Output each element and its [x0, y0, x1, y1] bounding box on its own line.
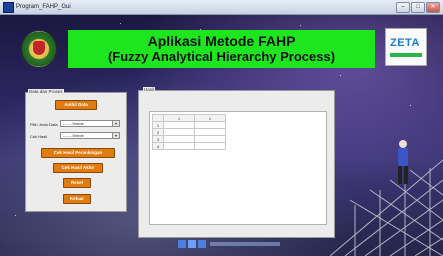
- star: [340, 75, 341, 76]
- table-cell[interactable]: [194, 128, 226, 136]
- hasil-panel: Hasil 1 2 1 2 3 4: [138, 87, 335, 238]
- pilih-jenis-data-dropdown[interactable]: --------Selecte ▾: [60, 120, 120, 127]
- close-button[interactable]: ✕: [426, 2, 440, 13]
- column-header[interactable]: 1: [163, 114, 195, 122]
- table-cell[interactable]: [163, 142, 195, 150]
- table-row: 1: [152, 121, 226, 129]
- table-row: 3: [152, 135, 226, 143]
- cek-hasil-perankingan-button[interactable]: Cek Hasil Perankingan: [41, 148, 115, 158]
- row-header[interactable]: 3: [152, 135, 164, 143]
- cek-hasil-akhir-button[interactable]: Cek Hasil Akhir: [53, 163, 103, 173]
- reset-button[interactable]: Reset: [63, 178, 91, 188]
- app-title: Aplikasi Metode FAHP: [147, 33, 296, 49]
- window-title: Program_FAHP_Gui: [16, 4, 71, 10]
- scaffolding-graphic: [330, 159, 443, 256]
- header-banner: Aplikasi Metode FAHP (Fuzzy Analytical H…: [68, 30, 375, 68]
- window-controls: – □ ✕: [396, 2, 440, 13]
- seal-shield: [33, 41, 45, 55]
- star: [15, 215, 16, 216]
- matlab-app-icon: [3, 2, 14, 13]
- pilih-jenis-data-label: Pilih Jenis Data: [30, 122, 58, 127]
- cek-hasil-value: --------Selecte: [63, 134, 84, 138]
- panel-title: Data dan Proses: [28, 89, 64, 94]
- minimize-button[interactable]: –: [396, 2, 410, 13]
- panel-title: Hasil: [143, 87, 156, 92]
- zeta-logo-stripe: [390, 53, 422, 57]
- cek-hasil-label: Cek Hasil: [30, 134, 48, 139]
- table-header-row: 1 2: [152, 114, 226, 122]
- table-row: 2: [152, 128, 226, 136]
- results-table[interactable]: 1 2 1 2 3 4: [152, 114, 226, 150]
- star: [120, 23, 121, 24]
- chevron-down-icon: ▾: [112, 133, 119, 138]
- table-cell[interactable]: [194, 121, 226, 129]
- table-cell[interactable]: [163, 128, 195, 136]
- data-and-process-panel: Data dan Proses Ambil Data Pilih Jenis D…: [25, 89, 127, 212]
- table-cell[interactable]: [194, 135, 226, 143]
- pilih-jenis-data-value: --------Selecte: [63, 122, 84, 126]
- table-cell[interactable]: [163, 135, 195, 143]
- table-cell[interactable]: [194, 142, 226, 150]
- table-cell[interactable]: [163, 121, 195, 129]
- row-header[interactable]: 4: [152, 142, 164, 150]
- keluar-button[interactable]: Keluar: [63, 194, 91, 204]
- cek-hasil-dropdown[interactable]: --------Selecte ▾: [60, 132, 120, 139]
- maximize-button[interactable]: □: [411, 2, 425, 13]
- row-header[interactable]: 2: [152, 128, 164, 136]
- star: [300, 25, 301, 26]
- table-row: 4: [152, 142, 226, 150]
- app-subtitle: (Fuzzy Analytical Hierarchy Process): [107, 49, 336, 64]
- zeta-logo-text: ZETA: [390, 37, 420, 49]
- column-header[interactable]: 2: [194, 114, 226, 122]
- chevron-down-icon: ▾: [112, 121, 119, 126]
- ambil-data-button[interactable]: Ambil Data: [55, 100, 97, 110]
- person-figure: [398, 140, 408, 184]
- zeta-logo: ZETA: [385, 28, 427, 66]
- results-table-area[interactable]: 1 2 1 2 3 4: [149, 111, 327, 225]
- row-header[interactable]: 1: [152, 121, 164, 129]
- title-bar[interactable]: Program_FAHP_Gui – □ ✕: [0, 0, 443, 15]
- bottom-brand-logo: [178, 240, 280, 248]
- table-corner-cell: [152, 114, 164, 122]
- university-seal-logo: [21, 30, 57, 68]
- star: [410, 105, 411, 106]
- app-window: Program_FAHP_Gui – □ ✕ Aplikasi Metode F…: [0, 0, 443, 256]
